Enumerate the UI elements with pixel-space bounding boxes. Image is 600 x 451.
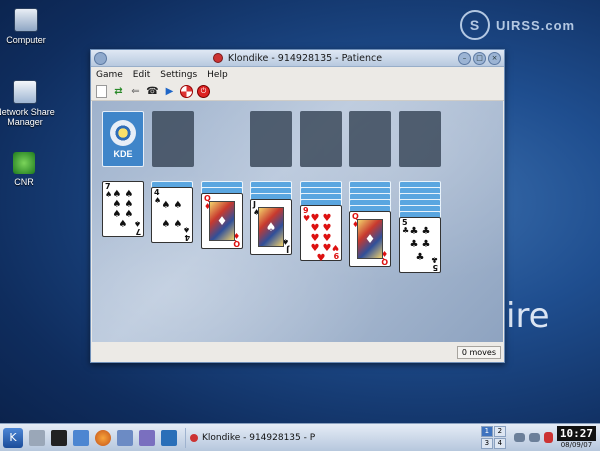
clock-time: 10:27 xyxy=(556,426,596,441)
taskbar-task-klondike[interactable]: Klondike - 914928135 - P xyxy=(185,427,430,448)
close-icon[interactable]: × xyxy=(488,52,501,65)
play-icon[interactable]: ▶ xyxy=(163,85,176,98)
desktop-icon-cnr[interactable]: CNR xyxy=(0,152,54,187)
desktop-icon-label: CNR xyxy=(14,177,34,187)
pager-desktop-3[interactable]: 3 xyxy=(480,438,493,449)
card-pips: ♥ ♥ ♥ ♥ ♥ ♥ ♥ ♥ ♥ xyxy=(309,214,333,264)
patience-app-icon xyxy=(212,53,223,63)
brand-text: UIRSS.com xyxy=(496,17,576,33)
desktop-icon-network-share[interactable]: Network Share Manager xyxy=(0,80,56,127)
suit-pip: ♣ xyxy=(409,238,419,250)
file-manager-icon[interactable] xyxy=(73,429,89,446)
wallpaper-brand: S UIRSS.com xyxy=(460,10,575,40)
tableau-card[interactable]: Q ♦ Q ♦ ♦ xyxy=(201,193,243,249)
suit-pip: ♥ xyxy=(316,253,326,264)
desktop-icon-label: Computer xyxy=(6,35,46,45)
pager-desktop-4[interactable]: 4 xyxy=(493,438,506,449)
kmenu-launcher-icon[interactable]: K xyxy=(3,427,23,448)
foundation-slot[interactable] xyxy=(349,111,391,167)
hint-icon[interactable]: ☎ xyxy=(146,85,159,98)
wallpaper-word: ire xyxy=(506,296,550,336)
waste-slot[interactable] xyxy=(152,111,194,167)
desktop-icon-computer[interactable]: Computer xyxy=(0,8,56,45)
desktop-preview-icon[interactable] xyxy=(161,429,177,446)
help-icon[interactable] xyxy=(180,84,193,98)
suit-pip: ♣ xyxy=(415,251,425,263)
tray-update-icon[interactable] xyxy=(543,432,553,443)
stock-pile[interactable]: KDE xyxy=(102,111,144,167)
window-title: Klondike - 914928135 - Patience xyxy=(227,52,383,64)
moves-counter: 0 moves xyxy=(456,346,501,359)
desktop-pager: 1 2 3 4 xyxy=(480,426,506,449)
brand-logo-icon: S xyxy=(460,10,490,40)
window-menu-icon[interactable] xyxy=(94,52,107,65)
pager-desktop-1[interactable]: 1 xyxy=(480,426,493,437)
suit-pip: ♠ xyxy=(173,218,183,230)
suit-pip: ♠ xyxy=(173,199,183,211)
kde-logo-icon xyxy=(110,119,136,146)
foundation-slot[interactable] xyxy=(399,111,441,167)
suit-pip: ♠ xyxy=(161,218,171,230)
kde-tools-icon[interactable] xyxy=(117,429,133,446)
tableau-card[interactable]: Q ♦ Q ♦ ♦ xyxy=(349,211,391,267)
menu-help[interactable]: Help xyxy=(207,70,228,80)
clock-date: 08/09/07 xyxy=(560,441,593,449)
menu-edit[interactable]: Edit xyxy=(133,70,150,80)
tableau-card[interactable]: 5 ♣ 5 ♣ ♣ ♣ ♣ ♣ ♣ xyxy=(399,217,441,273)
firefox-icon[interactable] xyxy=(95,429,111,446)
window-titlebar[interactable]: Klondike - 914928135 - Patience – □ × xyxy=(91,50,504,67)
menubar: Game Edit Settings Help xyxy=(91,67,504,82)
tableau-card[interactable]: J ♠ J ♠ ♠ xyxy=(250,199,292,255)
desktop-icon-label: Network Share Manager xyxy=(0,107,55,127)
suit-pip: ♣ xyxy=(409,226,419,238)
card-pips: ♣ ♣ ♣ ♣ ♣ xyxy=(408,226,432,264)
toolbar: ⇄ ⇐ ☎ ▶ ⏻ xyxy=(91,82,504,101)
new-game-icon[interactable] xyxy=(95,84,108,98)
foundation-slot[interactable] xyxy=(300,111,342,167)
foundation-slot[interactable] xyxy=(250,111,292,167)
menu-game[interactable]: Game xyxy=(96,70,123,80)
tableau-card[interactable]: 7 ♠ 7 ♠ ♠ ♠ ♠ ♠ ♠ ♠ ♠ xyxy=(102,181,144,237)
clock-widget[interactable]: 10:27 08/09/07 xyxy=(556,426,596,449)
system-tray: 10:27 08/09/07 xyxy=(513,426,596,449)
statusbar: 0 moves xyxy=(92,344,503,361)
computer-icon xyxy=(14,8,38,32)
card-pips: ♠ ♠ ♠ ♠ ♠ ♠ ♠ xyxy=(111,190,135,230)
tray-mount-icon[interactable] xyxy=(528,433,540,442)
stock-label: KDE xyxy=(113,148,133,159)
taskbar: K Klondike - 914928135 - P 1 2 3 4 10:27… xyxy=(0,423,600,451)
tray-network-icon[interactable] xyxy=(513,433,525,442)
redeal-icon[interactable]: ⇄ xyxy=(112,85,125,98)
suit-pip: ♣ xyxy=(421,226,431,238)
terminal-icon[interactable] xyxy=(51,429,67,446)
suit-pip: ♣ xyxy=(421,238,431,250)
face-card-art: ♠ xyxy=(258,207,284,247)
face-card-art: ♦ xyxy=(209,201,235,241)
patience-task-icon xyxy=(190,433,198,442)
card-pips: ♠ ♠ ♠ ♠ xyxy=(160,196,184,234)
cnr-icon xyxy=(13,152,35,174)
task-title: Klondike - 914928135 - P xyxy=(202,432,316,443)
pager-desktop-2[interactable]: 2 xyxy=(493,426,506,437)
network-share-icon xyxy=(13,80,37,104)
suit-pip: ♠ xyxy=(118,219,128,230)
quit-icon[interactable]: ⏻ xyxy=(197,84,210,98)
tableau-card[interactable]: 4 ♠ 4 ♠ ♠ ♠ ♠ ♠ xyxy=(151,187,193,243)
card-table: KDE ➚ 7♠7♠♠♠♠♠♠♠♠4♠4♠♠♠♠♠Q♦Q♦♦J♠J♠♠9♥9♥♥… xyxy=(92,101,503,342)
tableau-card[interactable]: 9 ♥ 9 ♥ ♥ ♥ ♥ ♥ ♥ ♥ ♥ ♥ ♥ xyxy=(300,205,342,264)
trash-icon[interactable] xyxy=(29,429,45,446)
undo-icon[interactable]: ⇐ xyxy=(129,85,142,98)
maximize-icon[interactable]: □ xyxy=(473,52,486,65)
office-icon[interactable] xyxy=(139,429,155,446)
minimize-icon[interactable]: – xyxy=(458,52,471,65)
patience-window: Klondike - 914928135 - Patience – □ × Ga… xyxy=(90,49,505,363)
menu-settings[interactable]: Settings xyxy=(160,70,197,80)
face-card-art: ♦ xyxy=(357,219,383,259)
suit-pip: ♠ xyxy=(161,199,171,211)
